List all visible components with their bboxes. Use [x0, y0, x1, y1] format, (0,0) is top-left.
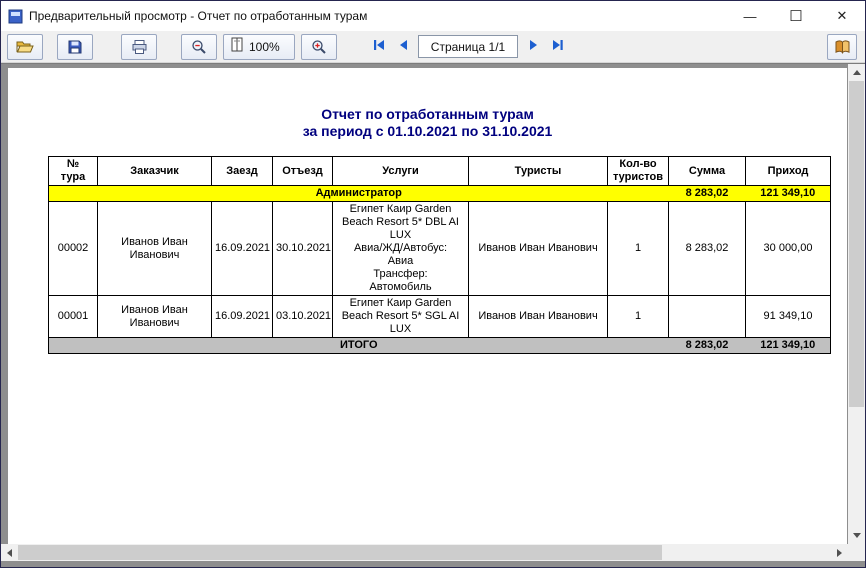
zoom-level-button[interactable]: 100%: [223, 34, 295, 60]
col-header-checkin: Заезд: [212, 157, 273, 186]
col-header-services: Услуги: [333, 157, 469, 186]
cell-tourist-count: 1: [608, 202, 669, 296]
cell-tour-number: 00002: [49, 202, 98, 296]
scroll-up-button[interactable]: [848, 64, 865, 81]
pages-panel-button[interactable]: [827, 34, 857, 60]
book-icon: [834, 39, 851, 55]
titlebar: Предварительный просмотр - Отчет по отра…: [1, 1, 865, 31]
col-header-summa: Сумма: [669, 157, 746, 186]
next-page-button[interactable]: [521, 35, 545, 59]
total-row: ИТОГО 8 283,02 121 349,10: [49, 338, 831, 354]
previous-page-icon: [396, 38, 411, 55]
vertical-scrollbar[interactable]: [848, 64, 865, 544]
scroll-left-button[interactable]: [1, 544, 18, 561]
cell-tourists: Иванов Иван Иванович: [469, 296, 608, 338]
cell-customer: Иванов Иван Иванович: [98, 296, 212, 338]
first-page-button[interactable]: [367, 35, 391, 59]
magnifier-plus-icon: [311, 39, 327, 55]
scroll-down-button[interactable]: [848, 527, 865, 544]
preview-window: Предварительный просмотр - Отчет по отра…: [0, 0, 866, 568]
total-summa: 8 283,02: [669, 338, 746, 354]
folder-open-icon: [16, 39, 34, 55]
col-header-checkout: Отъезд: [273, 157, 333, 186]
minimize-button[interactable]: —: [727, 1, 773, 31]
table-header-row: № тура Заказчик Заезд Отъезд Услуги Тури…: [49, 157, 831, 186]
report-title-line1: Отчет по отработанным турам: [8, 106, 847, 123]
cell-prihod: 91 349,10: [746, 296, 831, 338]
cell-customer: Иванов Иван Иванович: [98, 202, 212, 296]
first-page-icon: [372, 38, 387, 55]
page-number-box[interactable]: Страница 1/1: [418, 35, 518, 58]
horizontal-scrollbar[interactable]: [1, 544, 848, 561]
last-page-button[interactable]: [545, 35, 569, 59]
printer-icon: [131, 39, 148, 55]
arrow-left-icon: [7, 549, 12, 557]
cell-prihod: 30 000,00: [746, 202, 831, 296]
zoom-scale-icon: [230, 37, 244, 57]
group-summa: 8 283,02: [669, 186, 746, 202]
report-page: Отчет по отработанным турам за период с …: [8, 68, 847, 544]
window-controls: — ☐ ✕: [727, 1, 865, 31]
group-prihod: 121 349,10: [746, 186, 831, 202]
app-icon: [8, 9, 23, 24]
maximize-button[interactable]: ☐: [773, 1, 819, 31]
arrow-up-icon: [853, 70, 861, 75]
arrow-down-icon: [853, 533, 861, 538]
toolbar: 100%: [1, 31, 865, 63]
zoom-out-button[interactable]: [181, 34, 217, 60]
previous-page-button[interactable]: [391, 35, 415, 59]
cell-tour-number: 00001: [49, 296, 98, 338]
horizontal-scroll-thumb[interactable]: [18, 545, 662, 560]
total-prihod: 121 349,10: [746, 338, 831, 354]
preview-area: Отчет по отработанным турам за период с …: [1, 63, 865, 567]
next-page-icon: [526, 38, 541, 55]
scroll-right-button[interactable]: [831, 544, 848, 561]
cell-tourists: Иванов Иван Иванович: [469, 202, 608, 296]
magnifier-minus-icon: [191, 39, 207, 55]
col-header-tour-number: № тура: [49, 157, 98, 186]
cell-summa: 8 283,02: [669, 202, 746, 296]
col-header-customer: Заказчик: [98, 157, 212, 186]
cell-checkout: 03.10.2021: [273, 296, 333, 338]
window-title: Предварительный просмотр - Отчет по отра…: [29, 9, 367, 23]
group-label: Администратор: [49, 186, 669, 202]
cell-checkout: 30.10.2021: [273, 202, 333, 296]
zoom-in-button[interactable]: [301, 34, 337, 60]
save-button[interactable]: [57, 34, 93, 60]
zoom-level-value: 100%: [249, 40, 280, 54]
cell-summa: [669, 296, 746, 338]
floppy-disk-icon: [67, 39, 83, 55]
arrow-right-icon: [837, 549, 842, 557]
scrollbar-corner: [848, 544, 865, 561]
print-button[interactable]: [121, 34, 157, 60]
vertical-scroll-thumb[interactable]: [849, 81, 864, 407]
table-row: 00002 Иванов Иван Иванович 16.09.2021 30…: [49, 202, 831, 296]
report-table: № тура Заказчик Заезд Отъезд Услуги Тури…: [48, 156, 831, 354]
group-row-administrator: Администратор 8 283,02 121 349,10: [49, 186, 831, 202]
cell-tourist-count: 1: [608, 296, 669, 338]
col-header-tourist-count: Кол-во туристов: [608, 157, 669, 186]
cell-checkin: 16.09.2021: [212, 296, 273, 338]
last-page-icon: [550, 38, 565, 55]
cell-services: Египет Каир Garden Beach Resort 5* SGL A…: [333, 296, 469, 338]
total-label: ИТОГО: [49, 338, 669, 354]
cell-services: Египет Каир Garden Beach Resort 5* DBL A…: [333, 202, 469, 296]
col-header-prihod: Приход: [746, 157, 831, 186]
col-header-tourists: Туристы: [469, 157, 608, 186]
cell-checkin: 16.09.2021: [212, 202, 273, 296]
close-button[interactable]: ✕: [819, 1, 865, 31]
open-button[interactable]: [7, 34, 43, 60]
table-row: 00001 Иванов Иван Иванович 16.09.2021 03…: [49, 296, 831, 338]
report-title-line2: за период с 01.10.2021 по 31.10.2021: [8, 123, 847, 140]
